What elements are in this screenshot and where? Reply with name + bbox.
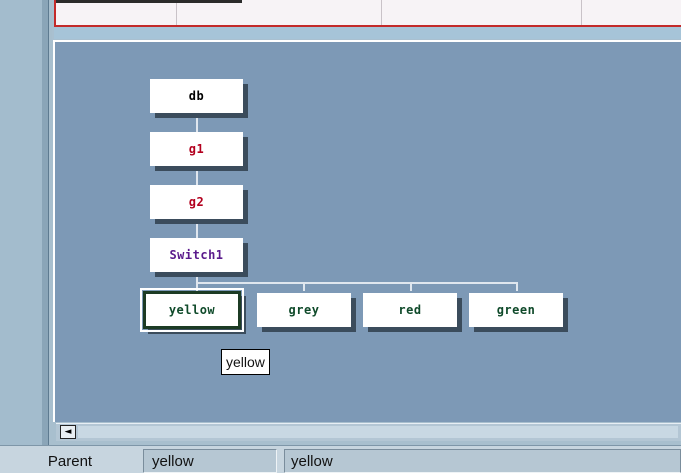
horizontal-scrollbar[interactable]: ◄	[56, 423, 681, 441]
connector	[516, 282, 518, 291]
connector	[196, 219, 198, 240]
tree-node-green[interactable]: green	[469, 293, 563, 327]
tree-node-g1[interactable]: g1	[150, 132, 243, 166]
connector	[410, 282, 412, 291]
tree-node-g2[interactable]: g2	[150, 185, 243, 219]
status-field-1: yellow	[143, 449, 277, 473]
header-divider	[381, 0, 382, 25]
header-bar	[54, 0, 681, 27]
scroll-left-button[interactable]: ◄	[60, 425, 76, 439]
node-label: g2	[188, 195, 205, 209]
tree-canvas[interactable]: db g1 g2 Switch1 yellow grey red green	[53, 40, 681, 422]
header-divider	[176, 0, 177, 25]
tree-node-yellow[interactable]: yellow	[140, 288, 244, 332]
panel-splitter[interactable]	[42, 0, 49, 445]
scrollbar-track[interactable]	[78, 426, 678, 438]
status-field-2: yellow	[284, 449, 681, 473]
node-label: db	[188, 89, 205, 103]
tree-node-grey[interactable]: grey	[257, 293, 351, 327]
node-label: green	[496, 303, 536, 317]
tooltip-text: yellow	[226, 354, 265, 370]
tooltip: yellow	[221, 349, 270, 375]
header-gap	[54, 27, 681, 39]
node-label: grey	[288, 303, 320, 317]
node-label: red	[398, 303, 422, 317]
status-bar: Parent yellow yellow	[0, 445, 681, 473]
connector	[196, 282, 518, 284]
header-divider	[581, 0, 582, 25]
tree-node-switch1[interactable]: Switch1	[150, 238, 243, 272]
left-arrow-icon: ◄	[64, 427, 72, 437]
node-label: Switch1	[169, 248, 224, 262]
node-label: yellow	[168, 303, 216, 317]
tree-node-db[interactable]: db	[150, 79, 243, 113]
status-label: Parent	[47, 452, 93, 470]
node-label: g1	[188, 142, 205, 156]
header-topline	[56, 0, 242, 3]
connector	[303, 282, 305, 291]
left-panel	[0, 0, 42, 445]
tree-node-red[interactable]: red	[363, 293, 457, 327]
